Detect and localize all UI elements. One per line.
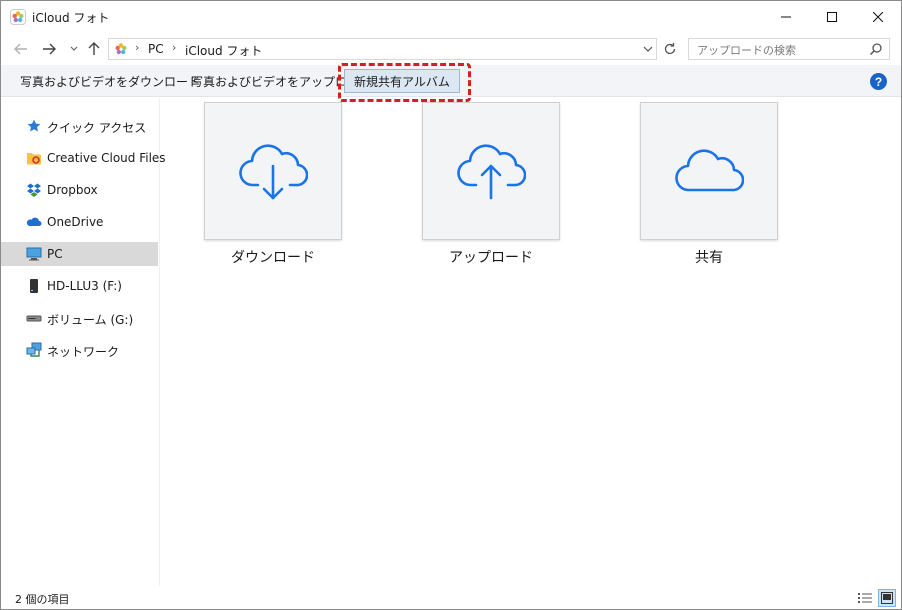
arrow-left-icon — [14, 43, 27, 55]
minimize-icon — [781, 16, 791, 18]
sidebar-item-quick-access[interactable]: クイック アクセス — [1, 114, 158, 138]
creative-cloud-folder-icon — [25, 150, 42, 166]
minimize-button[interactable] — [763, 1, 809, 33]
sidebar-item-label: PC — [47, 247, 63, 261]
sidebar-item-onedrive[interactable]: OneDrive — [1, 210, 158, 234]
refresh-icon — [664, 43, 676, 55]
sidebar-item-network[interactable]: ネットワーク — [1, 338, 158, 362]
download-photos-command[interactable]: 写真およびビデオをダウンロード — [20, 73, 200, 90]
arrow-right-icon — [43, 43, 56, 55]
download-tile[interactable] — [204, 102, 342, 240]
recent-locations-button[interactable] — [65, 40, 83, 58]
breadcrumb-current[interactable]: iCloud フォト — [185, 42, 262, 59]
sidebar-item-volume-g[interactable]: ボリューム (G:) — [1, 306, 158, 330]
maximize-icon — [827, 12, 837, 22]
forward-button[interactable] — [40, 40, 58, 58]
sidebar-item-hd-llu3[interactable]: HD-LLU3 (F:) — [1, 274, 158, 298]
sidebar-item-label: クイック アクセス — [47, 121, 147, 135]
search-input[interactable]: アップロードの検索 — [688, 38, 890, 60]
sidebar-item-pc[interactable]: PC — [1, 242, 158, 266]
drive-icon — [25, 310, 42, 326]
star-icon — [25, 118, 42, 134]
breadcrumb-chevron-icon[interactable]: › — [172, 41, 176, 54]
search-placeholder: アップロードの検索 — [697, 44, 796, 57]
large-icons-view-button[interactable] — [878, 589, 896, 607]
arrow-up-icon — [88, 42, 100, 55]
cloud-download-icon — [239, 144, 308, 200]
cloud-upload-icon — [457, 144, 526, 200]
sidebar-item-dropbox[interactable]: Dropbox — [1, 178, 158, 202]
details-view-icon — [858, 593, 872, 603]
window-title: iCloud フォト — [32, 11, 110, 25]
external-drive-icon — [25, 278, 42, 294]
sidebar-item-label: ネットワーク — [47, 345, 120, 359]
explorer-window: iCloud フォト › PC › iCloud フォト アップロードの検索 写… — [0, 0, 902, 610]
breadcrumb-pc[interactable]: PC — [148, 42, 164, 56]
chevron-down-icon — [70, 46, 78, 51]
sidebar-item-label: Dropbox — [47, 183, 98, 197]
pc-icon — [25, 246, 42, 262]
photos-app-icon — [10, 9, 26, 25]
breadcrumb-chevron-icon[interactable]: › — [135, 41, 139, 54]
sidebar-item-label: HD-LLU3 (F:) — [47, 279, 122, 293]
upload-tile[interactable] — [422, 102, 560, 240]
back-button[interactable] — [12, 40, 30, 58]
dropbox-icon — [25, 182, 42, 198]
upload-tile-label: アップロード — [449, 250, 533, 266]
onedrive-icon — [25, 214, 42, 230]
search-icon — [869, 43, 882, 56]
photos-location-icon — [115, 43, 127, 55]
share-tile[interactable] — [640, 102, 778, 240]
share-tile-label: 共有 — [695, 250, 723, 266]
download-tile-label: ダウンロード — [231, 250, 315, 266]
address-bar[interactable]: › PC › iCloud フォト — [108, 38, 657, 60]
red-highlight-annotation — [338, 63, 471, 102]
large-icons-view-icon — [881, 592, 893, 604]
sidebar-item-label: Creative Cloud Files — [47, 151, 166, 165]
close-button[interactable] — [855, 1, 901, 33]
maximize-button[interactable] — [809, 1, 855, 33]
item-count: 2 個の項目 — [15, 593, 70, 606]
navigation-bar: › PC › iCloud フォト アップロードの検索 — [1, 33, 901, 65]
refresh-button[interactable] — [660, 39, 680, 59]
navigation-pane: クイック アクセス Creative Cloud Files Dropbox O… — [1, 98, 166, 586]
up-button[interactable] — [85, 40, 103, 58]
sidebar-item-label: OneDrive — [47, 215, 104, 229]
help-icon[interactable]: ? — [870, 73, 887, 90]
sidebar-item-creative-cloud[interactable]: Creative Cloud Files — [1, 146, 166, 170]
network-icon — [25, 342, 42, 358]
title-bar: iCloud フォト — [1, 1, 901, 33]
chevron-down-icon[interactable] — [641, 42, 655, 56]
sidebar-item-label: ボリューム (G:) — [47, 313, 134, 327]
details-view-button[interactable] — [856, 589, 874, 607]
close-icon — [873, 12, 883, 22]
status-bar: 2 個の項目 — [1, 587, 901, 609]
cloud-icon — [675, 149, 744, 192]
